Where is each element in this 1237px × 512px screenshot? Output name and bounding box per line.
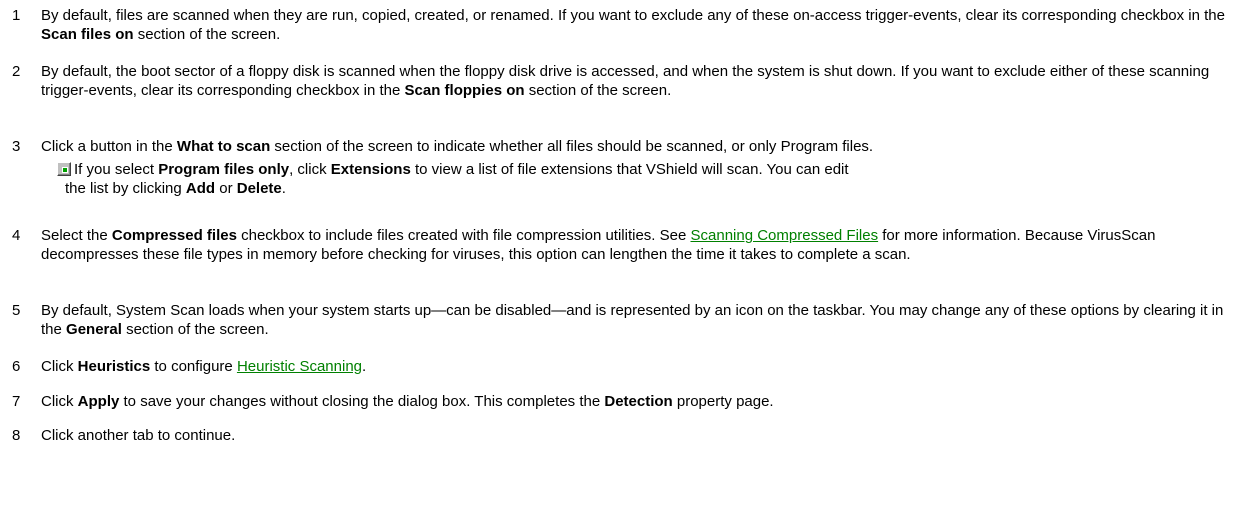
step-number: 6 <box>12 358 21 375</box>
step-3-note: If you select Program files only, click … <box>57 160 1237 198</box>
ui-term: Scan files on <box>41 26 134 43</box>
step-number: 8 <box>12 427 21 444</box>
ui-term: Delete <box>236 180 282 197</box>
step-text-part: Click a button in the <box>41 138 177 155</box>
step-number: 3 <box>12 138 21 155</box>
note-text-part: to view a list of file extensions that V… <box>410 161 849 178</box>
step-text-part: Click <box>41 358 78 375</box>
step-number: 4 <box>12 227 21 244</box>
step-number: 7 <box>12 393 21 410</box>
step-text-part: to configure <box>150 358 237 375</box>
note-text-part: . <box>281 180 286 197</box>
ui-term: Detection <box>604 393 673 410</box>
step-text-part: Select the <box>41 227 112 244</box>
note-continuation: the list by clicking Add or Delete. <box>57 179 1237 198</box>
step-text-part: section of the screen. <box>121 321 269 338</box>
step-text: By default, files are scanned when they … <box>41 6 1225 44</box>
step-text-part: to save your changes without closing the… <box>119 393 605 410</box>
step-text: Select the Compressed files checkbox to … <box>41 226 1225 264</box>
ui-term: Compressed files <box>111 227 237 244</box>
step-text-part: checkbox to include files created with f… <box>236 227 691 244</box>
step-text: Click a button in the What to scan secti… <box>41 137 1225 156</box>
step-text: By default, the boot sector of a floppy … <box>41 62 1225 100</box>
step-text-part: Click another tab to continue. <box>41 427 236 444</box>
step-number: 5 <box>12 302 21 319</box>
step-text-part: Click <box>41 393 78 410</box>
ui-term: Heuristics <box>77 358 151 375</box>
step-text: Click Apply to save your changes without… <box>41 392 1225 411</box>
ui-term: General <box>66 321 122 338</box>
link-scanning-compressed-files[interactable]: Scanning Compressed Files <box>691 227 879 244</box>
step-text-part: section of the screen to indicate whethe… <box>270 138 874 155</box>
note-text-part: , click <box>289 161 331 178</box>
note-text-part: or <box>215 180 237 197</box>
ui-term: Add <box>185 180 216 197</box>
ui-term: Extensions <box>330 161 411 178</box>
ui-term: Apply <box>77 393 120 410</box>
step-number: 2 <box>12 63 21 80</box>
note-icon <box>57 162 71 176</box>
step-text-part: By default, files are scanned when they … <box>41 7 1225 24</box>
step-number: 1 <box>12 7 21 24</box>
step-text-part: . <box>362 358 367 375</box>
note-text-part: the list by clicking <box>65 180 186 197</box>
link-heuristic-scanning[interactable]: Heuristic Scanning <box>237 358 362 375</box>
step-text-part: section of the screen. <box>524 82 672 99</box>
ui-term: What to scan <box>176 138 271 155</box>
step-text-part: property page. <box>672 393 774 410</box>
step-text: Click another tab to continue. <box>41 426 1225 445</box>
step-text: Click Heuristics to configure Heuristic … <box>41 357 1225 376</box>
note-text-part: If you select <box>74 161 159 178</box>
step-text-part: section of the screen. <box>133 26 281 43</box>
ui-term: Scan floppies on <box>404 82 525 99</box>
step-text: By default, System Scan loads when your … <box>41 301 1225 339</box>
ui-term: Program files only <box>158 161 290 178</box>
